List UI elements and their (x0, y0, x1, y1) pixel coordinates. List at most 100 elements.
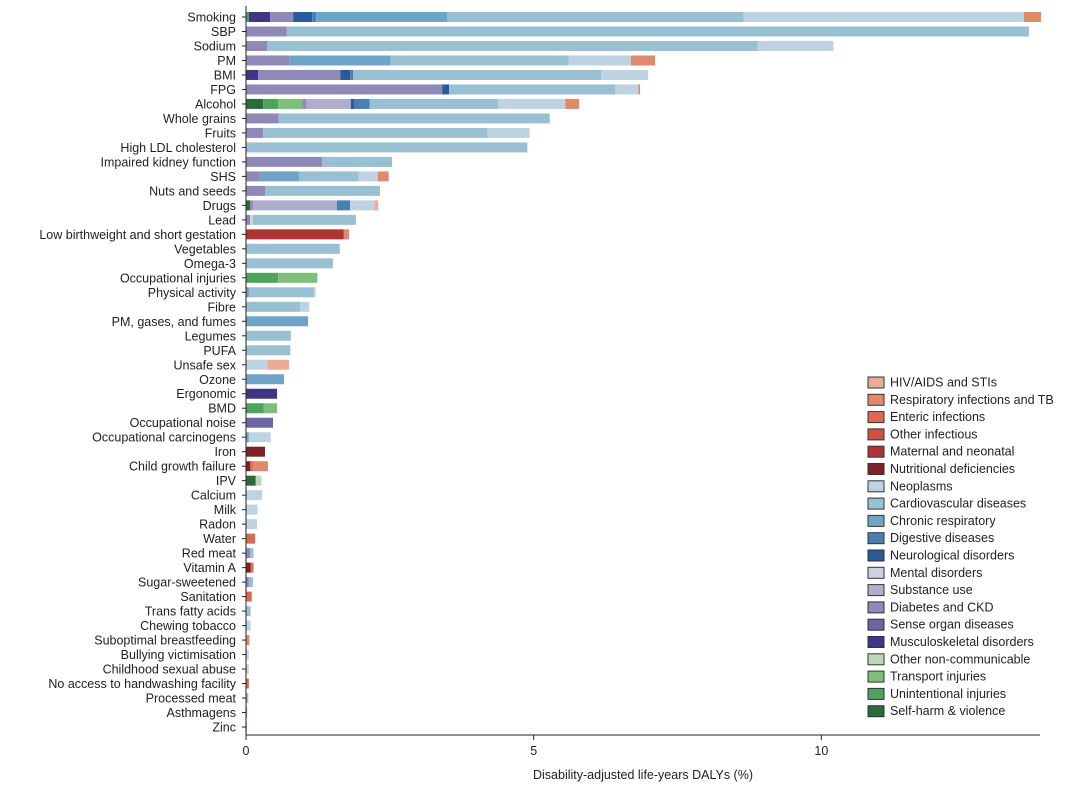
legend-swatch (867, 618, 885, 631)
bar-segment (250, 200, 253, 211)
legend-swatch (867, 480, 885, 493)
category-label: Fibre (208, 300, 237, 314)
bar-segment (246, 258, 333, 269)
category-label: Iron (214, 445, 236, 459)
bar-segment (246, 200, 251, 211)
bar-segment (353, 69, 601, 80)
category-label: BMI (214, 68, 236, 82)
legend-label: Substance use (890, 583, 973, 597)
bar-segment (246, 84, 443, 95)
legend-swatch (867, 601, 885, 614)
bar-segment (246, 620, 251, 631)
bar-segment (246, 461, 251, 472)
category-label: SBP (211, 25, 236, 39)
bar-segment (321, 156, 393, 167)
bar-segment (246, 301, 301, 312)
bar-segment (246, 330, 291, 341)
bar-segment (350, 98, 355, 109)
bar-segment (300, 301, 310, 312)
legend-swatch (867, 705, 885, 718)
bar-segment (246, 243, 340, 254)
bar-segment (248, 577, 253, 588)
bar-segment (252, 461, 268, 472)
bar-segment (248, 287, 314, 298)
legend-label: Other non-communicable (890, 652, 1030, 666)
category-label: Radon (199, 518, 236, 532)
legend-swatch (867, 514, 885, 527)
bar-segment (246, 591, 252, 602)
bar-segment (498, 98, 566, 109)
category-label: Calcium (191, 489, 236, 503)
category-label: Nuts and seeds (149, 184, 236, 198)
bar-segment (374, 200, 379, 211)
legend-swatch (867, 653, 885, 666)
x-tick-label: 5 (530, 744, 537, 758)
category-label: FPG (210, 83, 236, 97)
category-labels: SmokingSBPSodiumPMBMIFPGAlcoholWhole gra… (39, 11, 236, 735)
bar-segment (270, 12, 294, 22)
legend-label: Enteric infections (890, 410, 985, 424)
legend-swatch (867, 566, 885, 579)
bar-segment (267, 40, 758, 51)
bar-segment (246, 606, 251, 617)
category-label: Occupational carcinogens (92, 431, 236, 445)
category-label: Lead (208, 213, 236, 227)
bar-segment (246, 635, 250, 646)
category-label: Bullying victimisation (121, 648, 236, 662)
legend-swatch (867, 428, 885, 441)
bar-segment (1023, 12, 1042, 22)
category-label: Sodium (194, 39, 236, 53)
bar-segment (313, 287, 316, 298)
category-label: Impaired kidney function (101, 155, 237, 169)
category-label: Fruits (205, 126, 236, 140)
category-label: Asthmagens (167, 706, 236, 720)
bar-segment (442, 84, 450, 95)
legend-label: Nutritional deficiencies (890, 462, 1015, 476)
x-axis-label: Disability-adjusted life-years DALYs (%) (533, 768, 753, 782)
category-label: Vegetables (174, 242, 236, 256)
category-label: Zinc (212, 721, 236, 735)
category-label: Sugar-sweetened (138, 576, 236, 590)
bar-segment (246, 113, 279, 124)
bar-segment (259, 171, 299, 182)
category-label: Suboptimal breastfeeding (94, 634, 236, 648)
bar-segment (248, 12, 271, 22)
bar-segment (263, 403, 278, 414)
bar-segment (246, 388, 278, 399)
bar-segment (263, 98, 279, 109)
bar-segment (246, 504, 258, 515)
legend: HIV/AIDS and STIs Respiratory infections … (867, 376, 1054, 718)
category-label: Trans fatty acids (145, 605, 236, 619)
bar-segment (487, 127, 530, 138)
category-label: Alcohol (195, 97, 236, 111)
bar-segment (255, 475, 262, 486)
bar-segment (340, 69, 351, 80)
bar-segment (369, 98, 499, 109)
bar-segment (447, 12, 744, 22)
category-label: Sanitation (180, 590, 236, 604)
bar-segment (246, 69, 259, 80)
legend-label: Cardiovascular diseases (890, 497, 1026, 511)
legend-swatch (867, 670, 885, 683)
bar-segment (278, 98, 303, 109)
legend-swatch (867, 411, 885, 424)
category-label: PM, gases, and fumes (112, 315, 236, 329)
bar-segment (246, 374, 284, 385)
bar-segment (246, 403, 264, 414)
legend-label: Chronic respiratory (890, 514, 996, 528)
category-label: Ergonomic (176, 387, 236, 401)
bar-segment (246, 345, 291, 356)
bar-segment (350, 69, 354, 80)
bar-segment (306, 98, 351, 109)
category-label: High LDL cholesterol (120, 141, 236, 155)
bar-segment (246, 229, 344, 240)
bar-segment (246, 316, 309, 327)
category-label: Water (203, 532, 236, 546)
category-label: PM (217, 54, 236, 68)
bar-segment (263, 127, 488, 138)
bar-segment (638, 84, 641, 95)
bar-segment (246, 490, 263, 501)
stacked-bar-chart: SmokingSBPSodiumPMBMIFPGAlcoholWhole gra… (39, 6, 1054, 782)
bar-segment (246, 156, 322, 167)
bar-segment (358, 171, 378, 182)
